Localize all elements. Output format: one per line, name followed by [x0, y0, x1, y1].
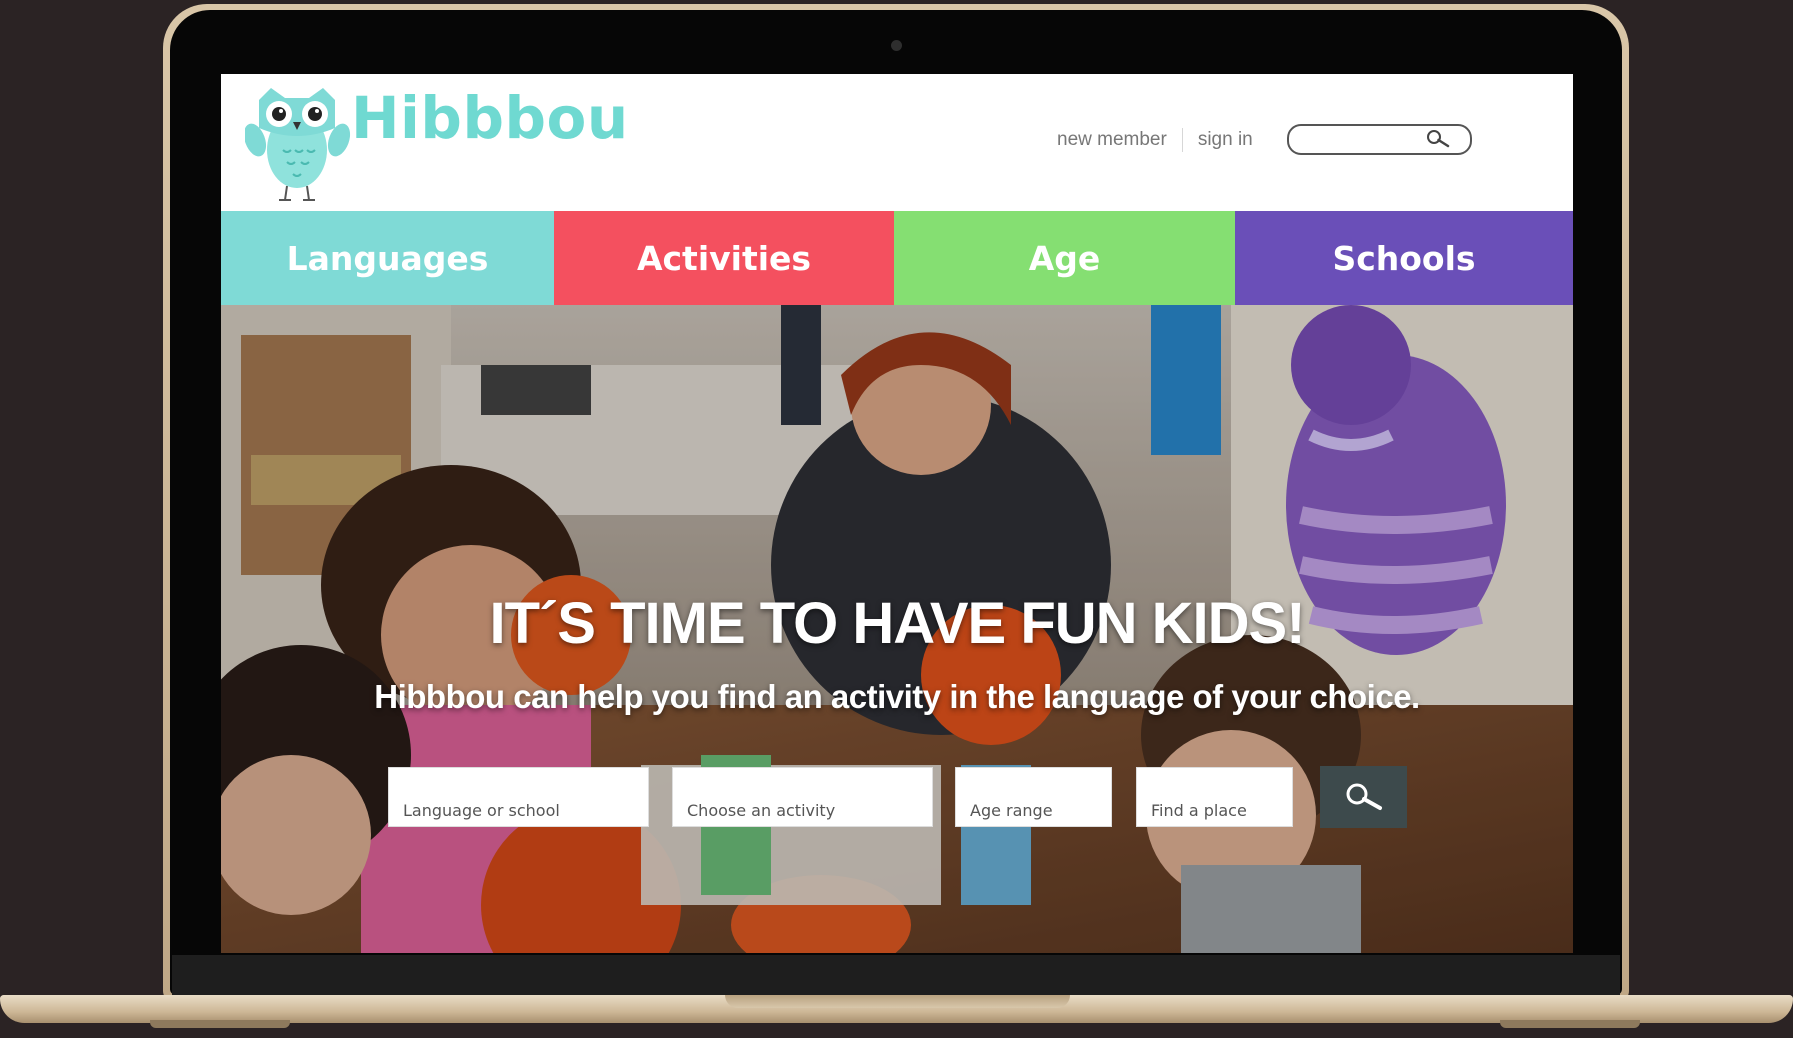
owl-logo[interactable] [243, 80, 351, 204]
link-divider [1181, 128, 1183, 152]
header-search-input[interactable] [1299, 126, 1433, 153]
age-input[interactable] [956, 768, 1111, 826]
hero: IT´S TIME TO HAVE FUN KIDS! Hibbbou can … [221, 305, 1573, 953]
activity-input[interactable] [673, 768, 932, 826]
tab-label: Languages [286, 238, 489, 278]
sign-in-link[interactable]: sign in [1198, 129, 1253, 151]
tab-label: Activities [636, 238, 812, 278]
hero-title: IT´S TIME TO HAVE FUN KIDS! [489, 591, 1305, 656]
screen: Hibbbou new member sign in Languages Act… [221, 74, 1573, 953]
tab-age[interactable]: Age [894, 211, 1235, 305]
laptop-foot-left [150, 1020, 290, 1028]
tab-label: Age [1028, 238, 1101, 278]
brand-name[interactable]: Hibbbou [351, 84, 629, 152]
place-field [1136, 767, 1293, 827]
place-input[interactable] [1137, 768, 1292, 826]
laptop-hinge-notch [725, 995, 1070, 1008]
laptop-chin [172, 955, 1620, 995]
new-member-link[interactable]: new member [1057, 129, 1167, 151]
main-nav: Languages Activities Age Schools [221, 211, 1573, 305]
search-icon [1346, 783, 1382, 810]
tab-schools[interactable]: Schools [1235, 211, 1573, 305]
age-field [955, 767, 1112, 827]
tab-languages[interactable]: Languages [221, 211, 554, 305]
tab-activities[interactable]: Activities [554, 211, 894, 305]
language-field [388, 767, 649, 827]
laptop-foot-right [1500, 1020, 1640, 1028]
site-header: Hibbbou new member sign in [221, 74, 1573, 211]
search-button[interactable] [1320, 766, 1407, 828]
activity-field [672, 767, 933, 827]
tab-label: Schools [1332, 238, 1476, 278]
header-search [1287, 124, 1472, 155]
hero-subtitle: Hibbbou can help you find an activity in… [374, 678, 1420, 715]
owl-logo-icon [243, 88, 351, 201]
camera [891, 40, 902, 51]
search-icon[interactable] [1426, 129, 1450, 149]
language-input[interactable] [389, 768, 648, 826]
header-links: new member sign in [1057, 128, 1253, 152]
